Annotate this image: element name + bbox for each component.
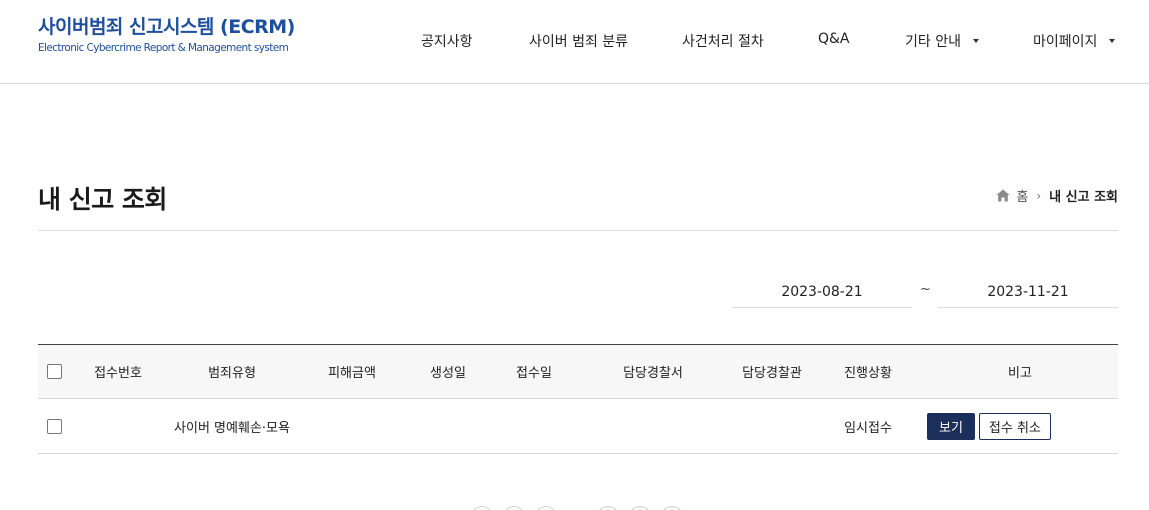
site-header: 사이버범죄 신고시스템 (ECRM) Electronic Cybercrime… [0,0,1149,84]
receipt-no-cell [78,399,158,453]
column-header: 비고 [1008,366,1032,381]
chevron-right-icon: › [1036,188,1042,203]
nav-label: 기타 안내 [905,34,961,50]
column-header: 담당경찰관 [742,366,802,381]
nav-item-cybercrime-categories[interactable]: 사이버 범죄 분류 [529,31,628,51]
pagination-prev-button[interactable] [503,506,525,510]
page-title: 내 신고 조회 [38,185,167,214]
damage-amount-cell [312,399,392,453]
header-checkbox-cell [38,345,70,398]
logo-title: 사이버범죄 신고시스템 (ECRM) [38,16,295,38]
nav-label: 공지사항 [421,34,473,50]
site-logo[interactable]: 사이버범죄 신고시스템 (ECRM) Electronic Cybercrime… [38,12,295,54]
column-header: 접수번호 [94,366,142,381]
nav-item-other-info[interactable]: 기타 안내 [905,31,979,51]
nav-item-case-procedure[interactable]: 사건처리 절차 [682,31,764,51]
nav-item-qna[interactable]: Q&A [818,31,850,47]
view-button[interactable]: 보기 [927,412,975,440]
received-date-cell [496,399,572,453]
date-from-input[interactable]: 2023-08-21 [732,278,912,308]
column-header: 진행상황 [844,366,892,381]
nav-label: 마이페이지 [1033,34,1098,50]
pagination-last-button[interactable] [661,506,683,510]
breadcrumb: 홈 › 내 신고 조회 [996,186,1118,205]
officer-cell [722,399,822,453]
nav-label: Q&A [818,31,850,47]
table-row: 사이버 명예훼손·모욕 임시접수 보기 접수 취소 [38,399,1118,454]
nav-label: 사건처리 절차 [682,34,764,50]
breadcrumb-current: 내 신고 조회 [1049,190,1118,205]
title-divider [38,230,1118,231]
pagination-page-button[interactable] [597,506,619,510]
home-icon [996,189,1010,202]
nav-label: 사이버 범죄 분류 [529,34,629,50]
chevron-down-icon [972,39,979,43]
date-to-input[interactable]: 2023-11-21 [938,278,1118,308]
chevron-down-icon [1109,39,1116,43]
table-header: 접수번호 범죄유형 피해금액 생성일 접수일 담당경찰서 담당경찰관 진행상황 … [38,345,1118,399]
nav-item-notices[interactable]: 공지사항 [421,31,473,51]
column-header: 담당경찰서 [623,366,683,381]
date-range-separator: ~ [920,282,931,297]
row-select-checkbox[interactable] [46,418,62,434]
column-header: 피해금액 [328,366,376,381]
logo-subtitle: Electronic Cybercrime Report & Managemen… [38,42,289,54]
pagination-first-button[interactable] [471,506,493,510]
pagination [0,506,1149,510]
column-header: 범죄유형 [208,366,256,381]
police-station-cell [603,399,703,453]
pagination-next-button[interactable] [629,506,651,510]
status-cell: 임시접수 [844,420,892,436]
created-date-cell [410,399,486,453]
crime-type-cell: 사이버 명예훼손·모욕 [174,420,290,436]
reports-table: 접수번호 범죄유형 피해금액 생성일 접수일 담당경찰서 담당경찰관 진행상황 … [38,344,1118,454]
pagination-page-button[interactable] [535,506,557,510]
cancel-receipt-button[interactable]: 접수 취소 [978,412,1051,440]
actions-cell: 보기 접수 취소 [927,399,1067,453]
select-all-checkbox[interactable] [46,364,62,379]
nav-item-mypage[interactable]: 마이페이지 [1033,31,1116,51]
column-header: 생성일 [430,366,466,381]
row-checkbox-cell [38,399,70,453]
column-header: 접수일 [516,366,552,381]
breadcrumb-home[interactable]: 홈 [1016,186,1028,205]
